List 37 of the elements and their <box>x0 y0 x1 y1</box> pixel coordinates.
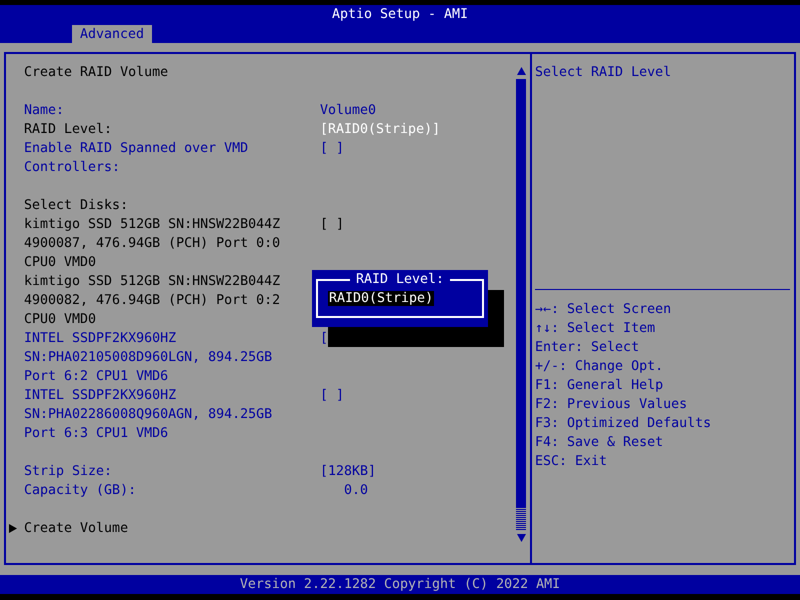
setting-value[interactable]: [128KB] <box>320 462 376 481</box>
setting-value[interactable]: [RAID0(Stripe)] <box>320 120 440 139</box>
window-title: Aptio Setup - AMI <box>330 6 470 24</box>
status-bar: Version 2.22.1282 Copyright (C) 2022 AMI <box>0 575 800 594</box>
setting-value[interactable]: Volume0 <box>320 101 376 120</box>
scrollbar[interactable] <box>516 79 526 530</box>
setting-value: 0.0 <box>342 482 368 500</box>
help-text: Select RAID Level <box>535 65 672 80</box>
key-hint: ESC: Exit <box>535 453 608 471</box>
scroll-up-icon[interactable] <box>516 67 526 75</box>
setting-label: Capacity (GB): <box>24 482 138 500</box>
setting-label[interactable]: RAID Level: <box>24 120 320 139</box>
setting-label[interactable]: Create Volume <box>24 519 320 539</box>
setting-label[interactable]: Enable RAID Spanned over VMD Controllers: <box>24 139 320 177</box>
popup-option[interactable]: RAID0(Stripe) <box>328 291 434 306</box>
setting-value[interactable]: [ ] <box>320 386 344 405</box>
setting-label[interactable]: INTEL SSDPF2KX960HZ SN:PHA02286008Q960AGN, 894.25GB Port 6:3 CPU1 VMD6 <box>24 386 320 443</box>
key-hint: →←: Select Screen <box>535 301 672 319</box>
key-hint: F2: Previous Values <box>535 396 688 414</box>
setting-label[interactable]: INTEL SSDPF2KX960HZ SN:PHA02105008D960LGN, 894.25GB Port 6:2 CPU1 VMD6 <box>24 329 320 386</box>
setting-label[interactable]: Strip Size: <box>24 462 320 481</box>
key-hint: ↑↓: Select Item <box>535 320 656 338</box>
section-heading: Select Disks: <box>24 197 130 215</box>
setting-value: [ ] <box>320 216 344 234</box>
submenu-arrow-icon <box>9 524 17 533</box>
key-hint: F3: Optimized Defaults <box>535 415 712 433</box>
key-hint: Enter: Select <box>535 339 640 357</box>
setting-value[interactable]: [ <box>320 329 328 348</box>
setting-label: kimtigo SSD 512GB SN:HNSW22B044Z 4900082, 476.94GB (PCH) Port 0:2 CPU0 VMD0 <box>24 273 282 329</box>
key-hint: F1: General Help <box>535 377 664 395</box>
section-heading: Create RAID Volume <box>24 64 170 82</box>
key-hint: F4: Save & Reset <box>535 434 664 452</box>
scroll-down-icon[interactable] <box>516 534 526 542</box>
key-hint: +/-: Change Opt. <box>535 358 664 376</box>
setting-label[interactable]: Name: <box>24 101 320 120</box>
setting-value[interactable]: [ ] <box>320 139 344 158</box>
tab[interactable]: Advanced <box>72 25 152 43</box>
